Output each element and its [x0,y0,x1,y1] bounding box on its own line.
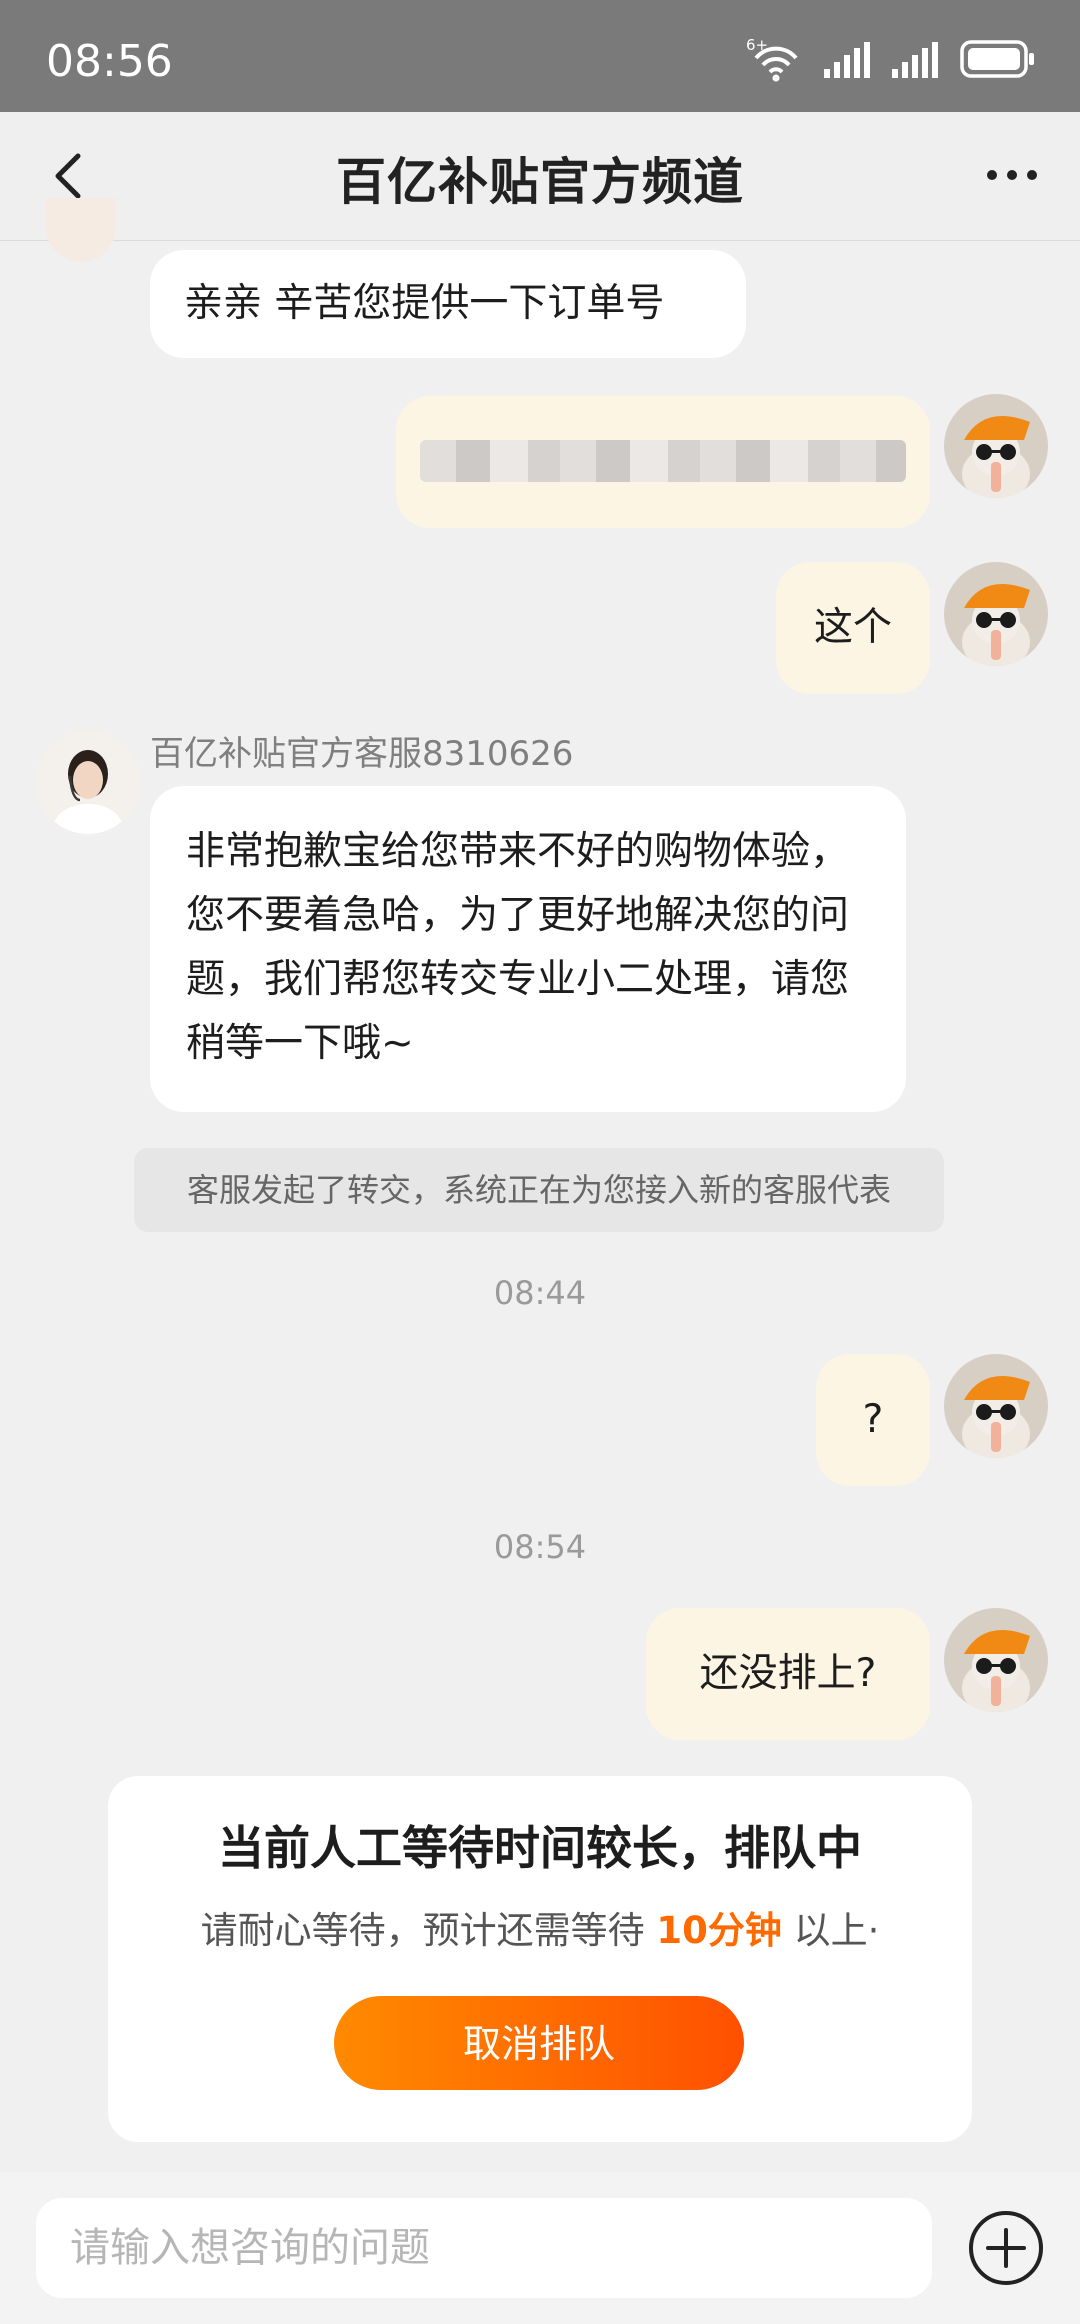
timestamp: 08:44 [493,1274,587,1312]
message-text: 非常抱歉宝给您带来不好的购物体验，您不要着急哈，为了更好地解决您的问题，我们帮您… [186,829,850,1066]
battery-icon [960,40,1036,82]
more-button[interactable] [982,160,1042,190]
user-message: 这个 [776,562,930,694]
queue-wait-time: 10分钟 [656,1909,782,1952]
cancel-queue-button[interactable]: 取消排队 [334,1996,744,2090]
user-avatar [944,1608,1048,1712]
user-message: ? [816,1354,930,1486]
system-notice: 客服发起了转交，系统正在为您接入新的客服代表 [134,1148,944,1232]
user-message: 还没排上? [646,1608,930,1740]
agent-avatar [36,730,140,834]
status-time: 08:56 [46,36,173,87]
network-label: 6+ [746,36,769,54]
status-bar: 08:56 6+ [0,0,1080,112]
page-title: 百亿补贴官方频道 [336,153,744,211]
queue-subtitle: 请耐心等待，预计还需等待 10分钟 以上· [108,1900,972,1954]
header-bar: 百亿补贴官方频道 [0,112,1080,241]
redacted-order-number [420,440,906,482]
queue-sub-suffix: 以上· [781,1909,880,1952]
more-dots-icon [987,170,1037,180]
queue-sub-prefix: 请耐心等待，预计还需等待 [200,1909,657,1952]
wifi-icon: 6+ [746,36,802,82]
queue-card: 当前人工等待时间较长，排队中 请耐心等待，预计还需等待 10分钟 以上· 取消排… [108,1776,972,2142]
agent-message: 非常抱歉宝给您带来不好的购物体验，您不要着急哈，为了更好地解决您的问题，我们帮您… [150,786,906,1112]
user-avatar [944,562,1048,666]
message-text: ? [862,1397,884,1442]
status-icons: 6+ [746,36,1036,82]
input-bar [0,2172,1080,2324]
add-icon [969,2211,1043,2285]
user-avatar [944,394,1048,498]
message-text: 这个 [813,605,892,650]
agent-name: 百亿补贴官方客服8310626 [150,734,574,774]
timestamp: 08:54 [493,1528,587,1566]
signal-icon [892,42,938,82]
agent-message: 亲亲 辛苦您提供一下订单号 [150,250,746,358]
queue-title: 当前人工等待时间较长，排队中 [218,1821,862,1875]
add-button[interactable] [966,2208,1046,2288]
signal-icon [824,42,870,82]
user-message-redacted [396,396,930,528]
agent-avatar [46,198,116,262]
message-input[interactable] [36,2198,932,2298]
message-text: 还没排上? [699,1651,877,1696]
user-avatar [944,1354,1048,1458]
message-text: 亲亲 辛苦您提供一下订单号 [184,281,665,326]
